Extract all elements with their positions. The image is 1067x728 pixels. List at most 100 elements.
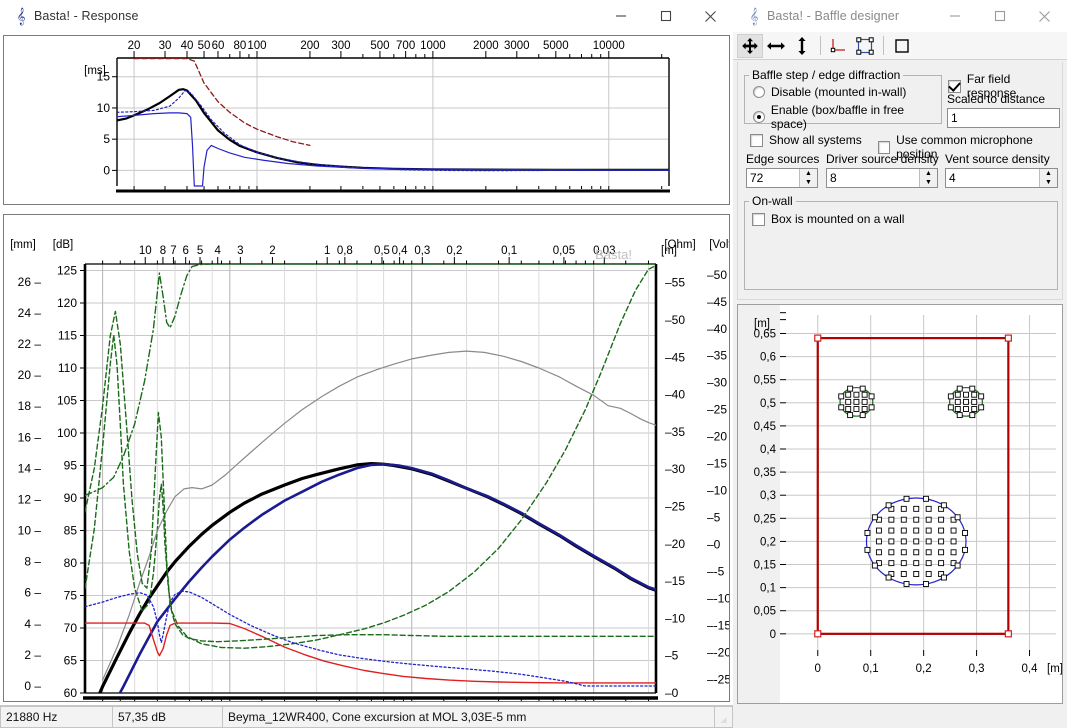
shape-handle[interactable] bbox=[956, 412, 963, 419]
arrows-horizontal-icon[interactable] bbox=[763, 34, 789, 58]
shape-handle[interactable] bbox=[859, 412, 866, 419]
shape-handle[interactable] bbox=[978, 393, 985, 400]
source-point[interactable] bbox=[938, 560, 945, 567]
stepper-up-icon[interactable]: ▲ bbox=[1040, 169, 1057, 178]
shape-handle[interactable] bbox=[954, 514, 961, 521]
shape-handle[interactable] bbox=[978, 404, 985, 411]
source-point[interactable] bbox=[900, 527, 907, 534]
source-point[interactable] bbox=[861, 391, 868, 398]
baffle-corner-handle[interactable] bbox=[1004, 334, 1012, 342]
shape-handle[interactable] bbox=[969, 385, 976, 392]
source-point[interactable] bbox=[900, 516, 907, 523]
source-point[interactable] bbox=[925, 549, 932, 556]
maximize-icon[interactable] bbox=[977, 0, 1022, 32]
shape-handle[interactable] bbox=[864, 546, 871, 553]
stepper-down-icon[interactable]: ▼ bbox=[920, 178, 937, 187]
stepper-arrows[interactable]: ▲ ▼ bbox=[919, 169, 937, 187]
shape-handle[interactable] bbox=[868, 393, 875, 400]
source-point[interactable] bbox=[853, 391, 860, 398]
source-point[interactable] bbox=[900, 560, 907, 567]
stepper-down-icon[interactable]: ▼ bbox=[1040, 178, 1057, 187]
source-point[interactable] bbox=[900, 505, 907, 512]
source-point[interactable] bbox=[913, 516, 920, 523]
source-point[interactable] bbox=[971, 398, 978, 405]
source-point[interactable] bbox=[900, 571, 907, 577]
scaled-distance-input[interactable]: 1 bbox=[947, 108, 1060, 128]
shape-handle[interactable] bbox=[885, 502, 892, 509]
arrows-vertical-icon[interactable] bbox=[789, 34, 815, 58]
source-point[interactable] bbox=[888, 560, 895, 567]
source-point[interactable] bbox=[853, 398, 860, 405]
baffle-corner-handle[interactable] bbox=[1004, 630, 1012, 638]
minimize-icon[interactable] bbox=[932, 0, 977, 32]
baffle-titlebar[interactable]: 𝄞 Basta! - Baffle designer bbox=[733, 0, 1067, 33]
source-point[interactable] bbox=[913, 538, 920, 545]
axes-origin-icon[interactable] bbox=[826, 34, 852, 58]
source-point[interactable] bbox=[861, 406, 868, 412]
shape-handle[interactable] bbox=[903, 581, 910, 587]
close-icon[interactable] bbox=[688, 0, 733, 32]
source-point[interactable] bbox=[888, 538, 895, 545]
baffle-toolbar[interactable] bbox=[733, 32, 1067, 60]
shape-handle[interactable] bbox=[838, 404, 845, 411]
shape-handle[interactable] bbox=[871, 562, 878, 569]
shape-handle[interactable] bbox=[940, 502, 947, 509]
source-point[interactable] bbox=[913, 560, 920, 567]
source-point[interactable] bbox=[938, 516, 945, 523]
shape-handle[interactable] bbox=[962, 529, 968, 536]
source-point[interactable] bbox=[845, 398, 852, 405]
source-point[interactable] bbox=[913, 505, 920, 512]
four-squares-icon[interactable] bbox=[852, 34, 878, 58]
shape-handle[interactable] bbox=[922, 581, 929, 587]
source-point[interactable] bbox=[861, 398, 868, 405]
source-point[interactable] bbox=[925, 538, 932, 545]
shape-handle[interactable] bbox=[956, 385, 963, 392]
shape-handle[interactable] bbox=[962, 546, 968, 553]
shape-handle[interactable] bbox=[969, 412, 976, 419]
shape-handle[interactable] bbox=[940, 574, 947, 581]
shape-handle[interactable] bbox=[838, 393, 845, 400]
source-point[interactable] bbox=[925, 527, 932, 534]
shape-handle[interactable] bbox=[847, 412, 854, 419]
source-point[interactable] bbox=[900, 549, 907, 556]
source-point[interactable] bbox=[938, 538, 945, 545]
shape-handle[interactable] bbox=[947, 404, 954, 411]
source-point[interactable] bbox=[853, 406, 860, 412]
show-all-systems-checkbox[interactable]: Show all systems bbox=[750, 133, 862, 147]
source-point[interactable] bbox=[925, 516, 932, 523]
source-point[interactable] bbox=[954, 398, 961, 405]
maximize-icon[interactable] bbox=[643, 0, 688, 32]
stepper-arrows[interactable]: ▲ ▼ bbox=[799, 169, 817, 187]
source-point[interactable] bbox=[954, 406, 961, 412]
source-point[interactable] bbox=[913, 571, 920, 577]
radio-enable-free-space[interactable]: Enable (box/baffle in free space) bbox=[753, 103, 941, 131]
move-cross-icon[interactable] bbox=[737, 33, 763, 58]
response-titlebar[interactable]: 𝄞 Basta! - Response bbox=[0, 0, 733, 33]
edge-sources-stepper[interactable]: 72 ▲ ▼ bbox=[746, 168, 818, 188]
shape-handle[interactable] bbox=[847, 385, 854, 392]
source-point[interactable] bbox=[938, 527, 945, 534]
radio-disable-in-wall[interactable]: Disable (mounted in-wall) bbox=[753, 85, 941, 99]
minimize-icon[interactable] bbox=[598, 0, 643, 32]
shape-handle[interactable] bbox=[903, 495, 910, 502]
source-point[interactable] bbox=[950, 538, 957, 545]
shape-handle[interactable] bbox=[885, 574, 892, 581]
vent-density-stepper[interactable]: 4 ▲ ▼ bbox=[945, 168, 1058, 188]
shape-handle[interactable] bbox=[864, 529, 871, 536]
source-point[interactable] bbox=[888, 527, 895, 534]
source-point[interactable] bbox=[888, 516, 895, 523]
stepper-up-icon[interactable]: ▲ bbox=[920, 169, 937, 178]
source-point[interactable] bbox=[888, 549, 895, 556]
shape-handle[interactable] bbox=[954, 562, 961, 569]
group-delay-chart[interactable]: 20 30 40 50 60 80 100 200 300 500 700 1000 2000 3000 5… bbox=[3, 35, 730, 205]
source-point[interactable] bbox=[963, 391, 969, 398]
shape-handle[interactable] bbox=[868, 404, 875, 411]
resize-grip-icon[interactable] bbox=[715, 706, 733, 728]
stepper-arrows[interactable]: ▲ ▼ bbox=[1039, 169, 1057, 187]
box-on-wall-checkbox[interactable]: Box is mounted on a wall bbox=[752, 212, 1057, 226]
source-point[interactable] bbox=[925, 505, 932, 512]
source-point[interactable] bbox=[925, 571, 932, 577]
source-point[interactable] bbox=[845, 406, 852, 412]
source-point[interactable] bbox=[925, 560, 932, 567]
stepper-down-icon[interactable]: ▼ bbox=[800, 178, 817, 187]
